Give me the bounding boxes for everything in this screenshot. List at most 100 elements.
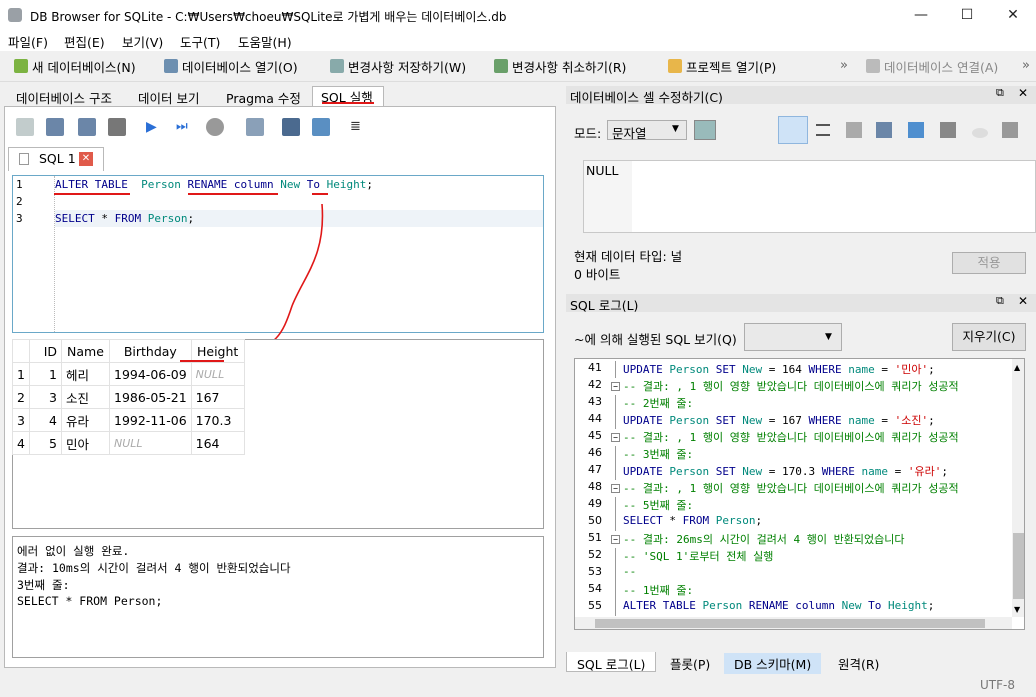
save-sql-file-icon[interactable] (78, 118, 96, 136)
comment-icon[interactable]: ≣ (350, 118, 368, 136)
log-line-number: 48 (588, 480, 602, 493)
open-project-button[interactable]: 프로젝트 열기(P) (668, 57, 776, 77)
code-token: UPDATE (623, 465, 663, 478)
code-token: Person (669, 465, 710, 478)
text-mode-icon[interactable] (778, 116, 808, 144)
row-number[interactable]: 3 (12, 408, 30, 432)
horizontal-scrollbar[interactable] (575, 617, 1012, 629)
fold-icon[interactable]: − (611, 484, 620, 493)
tab-remote[interactable]: 원격(R) (838, 654, 879, 673)
row-number[interactable]: 1 (12, 362, 30, 386)
table-row[interactable]: 4 5 민아 NULL 164 (12, 431, 245, 455)
sql-log-view[interactable]: 41 UPDATE Person SET New = 164 WHERE name… (574, 358, 1025, 630)
menu-file[interactable]: 파일(F) (8, 32, 48, 51)
attach-database-button[interactable]: 데이터베이스 연결(A) (866, 57, 998, 77)
table-cell[interactable]: NULL (190, 362, 245, 386)
menu-view[interactable]: 보기(V) (122, 32, 163, 51)
print-cell-icon[interactable] (940, 122, 956, 138)
toolbar-overflow-2[interactable]: » (1022, 58, 1030, 73)
log-line-text: -- 결과: , 1 행이 영향 받았습니다 데이터베이스에 쿼리가 성공적 (623, 378, 959, 394)
column-header-id[interactable]: ID (29, 339, 62, 363)
menu-tools[interactable]: 도구(T) (180, 32, 220, 51)
export-icon[interactable] (876, 122, 892, 138)
tab-plot[interactable]: 플롯(P) (670, 654, 710, 673)
tab-edit-pragmas[interactable]: Pragma 수정 (218, 88, 309, 106)
open-sql-file-icon[interactable] (46, 118, 64, 136)
table-cell[interactable]: 1992-11-06 (109, 408, 192, 432)
print-icon[interactable] (108, 118, 126, 136)
float-icon[interactable]: ⧉ (996, 86, 1004, 100)
apply-button[interactable]: 적용 (952, 252, 1026, 274)
fold-icon[interactable]: − (611, 535, 620, 544)
scroll-thumb[interactable] (1013, 533, 1024, 599)
code-token: SET (715, 414, 736, 427)
fold-icon[interactable]: − (611, 382, 620, 391)
maximize-button[interactable]: ☐ (944, 0, 990, 31)
find-icon[interactable] (282, 118, 300, 136)
execute-line-icon[interactable]: ⏭ (176, 118, 190, 136)
close-tab-icon[interactable]: ✕ (79, 152, 93, 166)
open-database-button[interactable]: 데이터베이스 열기(O) (164, 57, 298, 77)
menu-help[interactable]: 도움말(H) (238, 32, 292, 51)
table-cell[interactable]: 164 (190, 431, 245, 455)
table-cell[interactable]: 3 (29, 385, 62, 409)
table-cell[interactable]: 1994-06-09 (109, 362, 192, 386)
save-results-icon[interactable] (246, 118, 264, 136)
set-null-icon[interactable] (908, 122, 924, 138)
stop-execution-icon[interactable] (206, 118, 224, 136)
float-icon[interactable]: ⧉ (996, 294, 1004, 308)
table-row[interactable]: 3 4 유라 1992-11-06 170.3 (12, 408, 245, 432)
tab-sql-log[interactable]: SQL 로그(L) (566, 652, 656, 672)
table-cell[interactable]: 5 (29, 431, 62, 455)
revert-changes-button[interactable]: 변경사항 취소하기(R) (494, 57, 626, 77)
open-tab-icon[interactable] (16, 118, 34, 136)
table-cell[interactable]: 1986-05-21 (109, 385, 192, 409)
table-cell[interactable]: 170.3 (190, 408, 245, 432)
copy-cell-icon[interactable] (1002, 122, 1018, 138)
new-database-button[interactable]: 새 데이터베이스(N) (14, 57, 136, 77)
dock-close-icon[interactable]: ✕ (1018, 294, 1028, 308)
h-scroll-thumb[interactable] (595, 619, 985, 628)
table-cell[interactable]: 1 (29, 362, 62, 386)
clear-log-button[interactable]: 지우기(C) (952, 323, 1026, 351)
row-number[interactable]: 2 (12, 385, 30, 409)
dock-close-icon[interactable]: ✕ (1018, 86, 1028, 100)
import-icon[interactable] (846, 122, 862, 138)
vertical-scrollbar[interactable]: ▲ ▼ (1012, 359, 1024, 617)
tab-database-structure[interactable]: 데이터베이스 구조 (8, 88, 120, 106)
table-cell[interactable]: 소진 (61, 385, 110, 409)
table-row[interactable]: 2 3 소진 1986-05-21 167 (12, 385, 245, 409)
minimize-button[interactable]: — (898, 0, 944, 31)
table-cell[interactable]: 167 (190, 385, 245, 409)
write-changes-button[interactable]: 변경사항 저장하기(W) (330, 57, 466, 77)
word-wrap-icon[interactable] (816, 124, 830, 136)
row-number[interactable]: 4 (12, 431, 30, 455)
fold-icon[interactable]: − (611, 433, 620, 442)
column-header-birthday[interactable]: Birthday (109, 339, 192, 363)
scroll-up-icon[interactable]: ▲ (1014, 363, 1020, 372)
table-cell[interactable]: 유라 (61, 408, 110, 432)
auto-switch-mode-icon[interactable] (694, 120, 716, 140)
table-row[interactable]: 1 1 헤리 1994-06-09 NULL (12, 362, 245, 386)
close-button[interactable]: ✕ (990, 0, 1036, 31)
column-header-name[interactable]: Name (61, 339, 110, 363)
sql-editor-tab[interactable]: SQL 1 ✕ (8, 147, 104, 171)
find-replace-icon[interactable] (312, 118, 330, 136)
toolbar-overflow-1[interactable]: » (840, 58, 848, 73)
table-cell[interactable]: 4 (29, 408, 62, 432)
table-cell[interactable]: 민아 (61, 431, 110, 455)
cell-content-area[interactable]: NULL (583, 160, 1036, 233)
menu-bar: 파일(F) 편집(E) 보기(V) 도구(T) 도움말(H) (0, 31, 1036, 51)
mode-select[interactable]: 문자열 ▼ (607, 120, 687, 141)
tab-browse-data[interactable]: 데이터 보기 (130, 88, 207, 106)
log-filter-select[interactable]: ▼ (744, 323, 842, 351)
scroll-down-icon[interactable]: ▼ (1014, 605, 1020, 614)
table-cell[interactable]: 헤리 (61, 362, 110, 386)
toggle-icon[interactable] (972, 128, 988, 138)
table-cell[interactable]: NULL (109, 431, 192, 455)
execute-all-icon[interactable]: ▶ (146, 118, 158, 136)
menu-edit[interactable]: 편집(E) (64, 32, 105, 51)
log-line: 55 ALTER TABLE Person RENAME column New T… (575, 599, 1024, 616)
tab-db-schema[interactable]: DB 스키마(M) (724, 653, 822, 674)
